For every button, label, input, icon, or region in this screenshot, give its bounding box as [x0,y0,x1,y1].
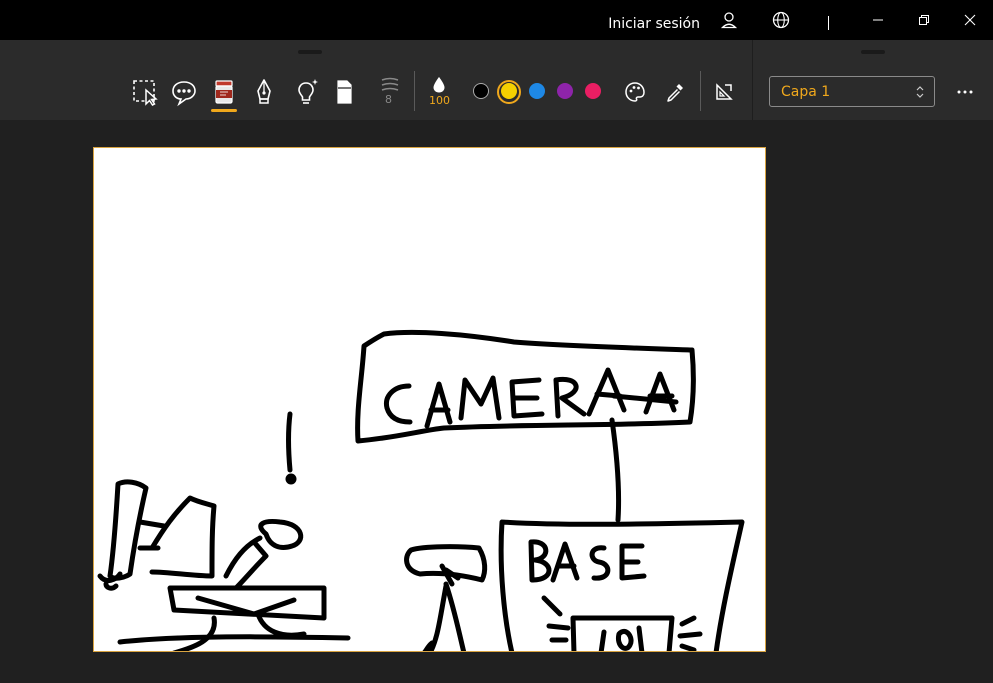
active-tool-indicator [211,109,237,112]
eyedropper-button[interactable] [659,76,691,108]
letter-m [458,375,502,421]
paint-bucket-icon [215,80,233,104]
letter-a3 [643,371,677,415]
comment-icon [172,81,196,107]
machine-base-loop [172,611,307,651]
toolbar-separator [700,71,701,111]
toolbar-divider [752,40,753,120]
machine-post [107,479,149,581]
lightbulb-tool-button[interactable] [290,76,322,108]
close-button[interactable] [947,0,993,40]
color-swatch-black[interactable] [473,83,489,99]
eraser-icon [337,80,352,104]
pen-icon [257,79,271,104]
toolbar-grip[interactable] [298,50,322,54]
account-icon[interactable] [706,0,752,40]
eraser-tool-button[interactable] [328,76,360,108]
pen-tool-button[interactable] [248,76,280,108]
globe-icon[interactable] [758,0,804,40]
more-options-button[interactable] [949,76,981,108]
ground-line [117,634,351,645]
title-bar: Iniciar sesión [0,0,993,40]
opacity-value[interactable]: 100 [429,94,450,107]
machine-tilted-box [149,495,217,579]
lightbulb-icon [298,79,318,104]
letter-s [589,545,611,581]
restore-button[interactable] [901,0,947,40]
color-swatch-yellow[interactable] [501,83,517,99]
tripod-legs [422,581,467,651]
title-divider [828,16,829,30]
machine-disc [258,519,304,550]
sign-in-link[interactable]: Iniciar sesión [608,0,700,40]
more-icon [957,90,973,94]
machine-arm [223,535,269,591]
selection-tool-button[interactable] [130,76,162,108]
layer-dropdown-value: Capa 1 [781,84,831,100]
dropdown-updown-icon [916,86,924,98]
drawing-canvas[interactable] [93,147,766,652]
exclamation-dot [285,473,297,485]
paint-bucket-tool-button[interactable] [208,76,240,108]
minimize-button[interactable] [855,0,901,40]
drawing [97,329,745,651]
letter-a4 [550,541,580,583]
letter-a1 [424,381,453,429]
tripod-head-detail [439,563,461,587]
exclamation-mark [286,411,293,473]
letter-c [383,383,413,425]
brush-size-value[interactable]: 8 [385,93,392,106]
screen-tick [541,595,563,617]
letter-b [528,539,552,583]
palette-icon [625,82,645,102]
screen-inner [598,625,645,651]
selection-icon [133,80,158,106]
letter-e2 [619,543,647,581]
color-swatch-purple[interactable] [557,83,573,99]
layer-dropdown[interactable]: Capa 1 [769,76,935,107]
color-swatch-blue[interactable] [529,83,545,99]
glow-lines-right [677,615,703,651]
layer-panel-grip[interactable] [861,50,885,54]
sign-pole [609,417,622,523]
glow-lines-left [546,623,571,643]
palette-button[interactable] [619,76,651,108]
machine-flat [167,585,327,621]
letter-r [553,376,587,419]
ruler-icon [716,83,733,100]
eyedropper-icon [667,84,683,102]
ruler-button[interactable] [708,76,740,108]
comment-tool-button[interactable] [168,76,200,108]
color-swatch-pink[interactable] [585,83,601,99]
opacity-drop-icon[interactable] [432,76,446,94]
letter-e [509,377,545,419]
toolbar-separator [414,71,415,111]
